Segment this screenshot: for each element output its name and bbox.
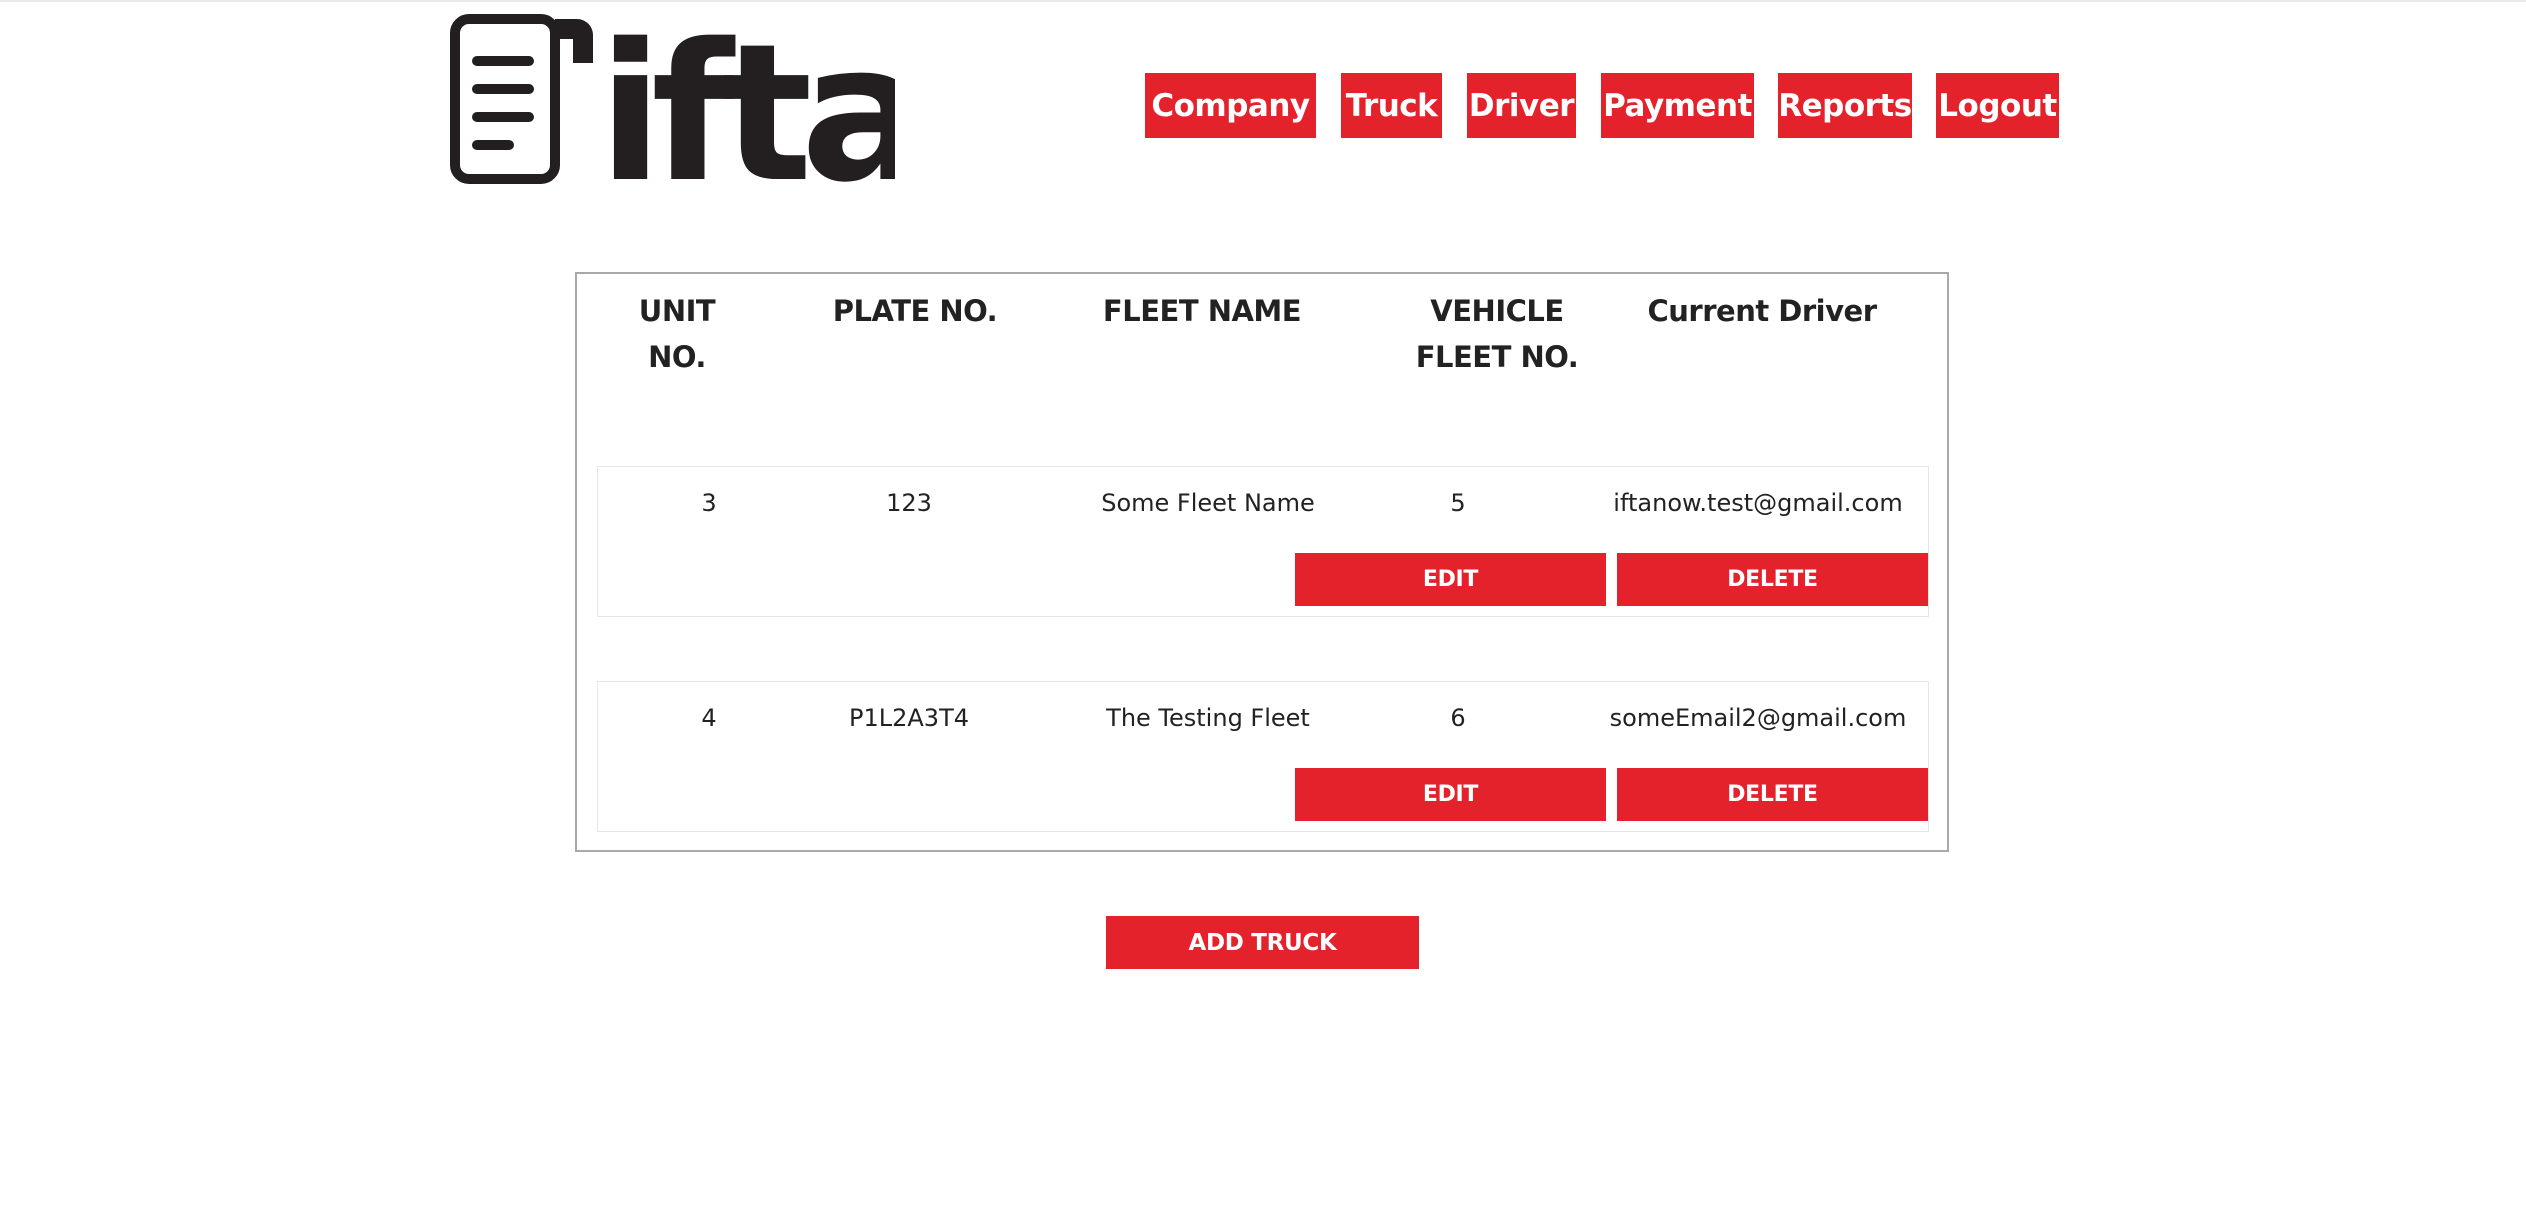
edit-button[interactable]: EDIT <box>1295 553 1606 606</box>
header-plate-no: PLATE NO. <box>832 294 998 328</box>
trucks-table: UNIT NO. PLATE NO. FLEET NAME VEHICLE FL… <box>575 272 1949 852</box>
cell-plate-no: P1L2A3T4 <box>849 704 969 732</box>
delete-button[interactable]: DELETE <box>1617 768 1928 821</box>
cell-current-driver: iftanow.test@gmail.com <box>1613 489 1903 517</box>
cell-unit-no: 3 <box>701 489 717 517</box>
nav-company-label: Company <box>1151 87 1310 124</box>
cell-fleet-name: The Testing Fleet <box>1106 704 1310 732</box>
header-vehicle-fleet-no-line2: FLEET NO. <box>1415 340 1579 374</box>
nav-driver[interactable]: Driver <box>1467 73 1576 138</box>
ifta-logo: ifta <box>450 14 895 184</box>
cell-unit-no: 4 <box>701 704 717 732</box>
nav-logout-label: Logout <box>1938 87 2057 124</box>
delete-button[interactable]: DELETE <box>1617 553 1928 606</box>
nav-driver-label: Driver <box>1468 87 1575 124</box>
add-truck-button[interactable]: ADD TRUCK <box>1106 916 1419 969</box>
nav-logout[interactable]: Logout <box>1936 73 2059 138</box>
cell-vehicle-fleet-no: 5 <box>1450 489 1466 517</box>
nav-truck[interactable]: Truck <box>1341 73 1442 138</box>
table-row: 4 P1L2A3T4 The Testing Fleet 6 someEmail… <box>597 681 1929 832</box>
header-unit-no: UNIT NO. <box>638 294 716 374</box>
header-current-driver: Current Driver <box>1647 294 1878 328</box>
nav-truck-label: Truck <box>1345 87 1438 124</box>
logo-wordmark: ifta <box>598 14 895 184</box>
cell-fleet-name: Some Fleet Name <box>1101 489 1315 517</box>
cell-current-driver: someEmail2@gmail.com <box>1609 704 1907 732</box>
edit-button[interactable]: EDIT <box>1295 768 1606 821</box>
top-divider <box>0 0 2526 2</box>
cell-plate-no: 123 <box>886 489 932 517</box>
cell-vehicle-fleet-no: 6 <box>1450 704 1466 732</box>
nav-reports-label: Reports <box>1778 87 1912 124</box>
header-vehicle-fleet-no-line1: VEHICLE <box>1430 294 1564 328</box>
table-row: 3 123 Some Fleet Name 5 iftanow.test@gma… <box>597 466 1929 617</box>
nav-reports[interactable]: Reports <box>1778 73 1912 138</box>
header-vehicle-fleet-no: VEHICLE FLEET NO. <box>1397 288 1597 380</box>
nav-payment-label: Payment <box>1603 87 1752 124</box>
header-fleet-name: FLEET NAME <box>1102 294 1302 328</box>
nav-company[interactable]: Company <box>1145 73 1316 138</box>
nav-payment[interactable]: Payment <box>1601 73 1754 138</box>
